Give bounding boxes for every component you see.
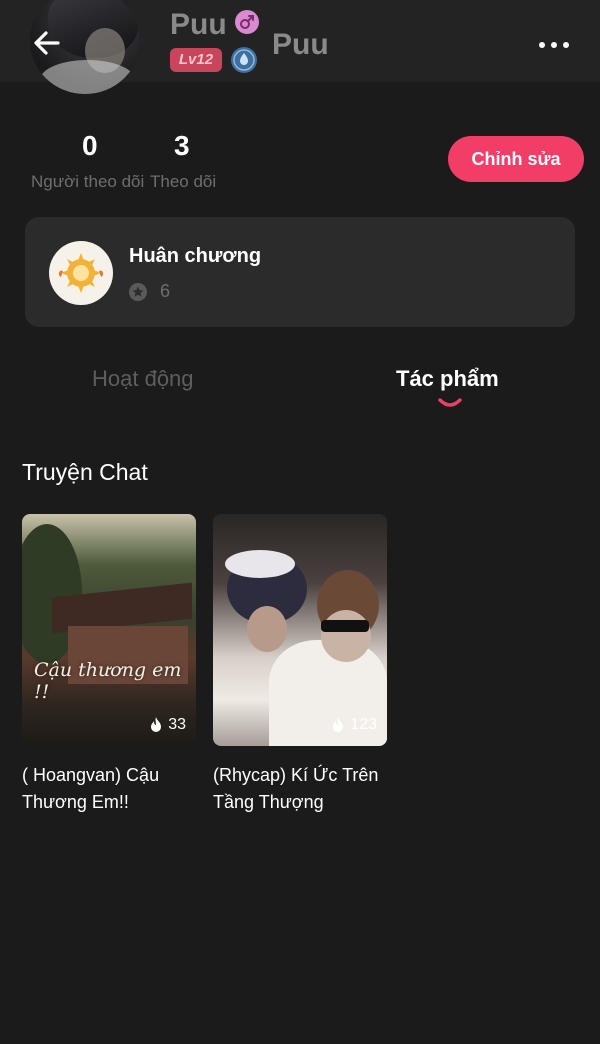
tab-works[interactable]: Tác phẩm xyxy=(396,366,499,392)
more-dot xyxy=(551,42,557,48)
story-title[interactable]: ( Hoangvan) Cậu Thương Em!! xyxy=(22,762,202,816)
profile-header: Puu Lv12 Puu xyxy=(0,0,600,94)
medal-title: Huân chương xyxy=(129,245,262,267)
story-cover[interactable]: 123 xyxy=(213,514,387,746)
following-label[interactable]: Theo dõi xyxy=(150,172,216,192)
followers-count[interactable]: 0 xyxy=(82,130,98,162)
active-tab-indicator xyxy=(437,396,463,410)
likes-count: 33 xyxy=(168,716,186,733)
more-dot xyxy=(539,42,545,48)
drop-badge-icon xyxy=(231,47,257,73)
back-arrow-icon[interactable] xyxy=(30,26,64,60)
cover-glasses xyxy=(321,620,369,632)
more-dot xyxy=(563,42,569,48)
section-title: Truyện Chat xyxy=(22,459,148,485)
tab-activity[interactable]: Hoạt động xyxy=(92,366,194,392)
medal-card[interactable]: Huân chương 6 xyxy=(25,217,575,327)
likes-badge: 33 xyxy=(148,716,186,734)
medal-icon xyxy=(49,241,113,305)
gender-icon xyxy=(235,10,259,34)
star-icon xyxy=(129,283,147,301)
cover-face xyxy=(321,610,371,662)
more-options-icon[interactable] xyxy=(536,33,572,57)
cover-fur xyxy=(225,550,295,578)
cover-face xyxy=(247,606,287,652)
header-title: Puu xyxy=(272,28,329,61)
likes-count: 123 xyxy=(350,716,377,733)
likes-badge: 123 xyxy=(330,716,377,734)
username: Puu xyxy=(170,8,227,41)
story-cover[interactable]: Cậu thương em !! 33 xyxy=(22,514,196,746)
fire-icon xyxy=(151,717,162,732)
avatar-shoulder xyxy=(40,60,135,94)
following-count[interactable]: 3 xyxy=(174,130,190,162)
fire-icon xyxy=(333,717,344,732)
level-badge: Lv12 xyxy=(170,48,222,72)
cover-script-text: Cậu thương em !! xyxy=(34,659,182,703)
edit-profile-button[interactable]: Chỉnh sửa xyxy=(448,136,584,182)
story-title[interactable]: (Rhycap) Kí Ức Trên Tầng Thượng xyxy=(213,762,393,816)
medal-count: 6 xyxy=(160,281,171,301)
followers-label[interactable]: Người theo dõi xyxy=(31,172,144,192)
